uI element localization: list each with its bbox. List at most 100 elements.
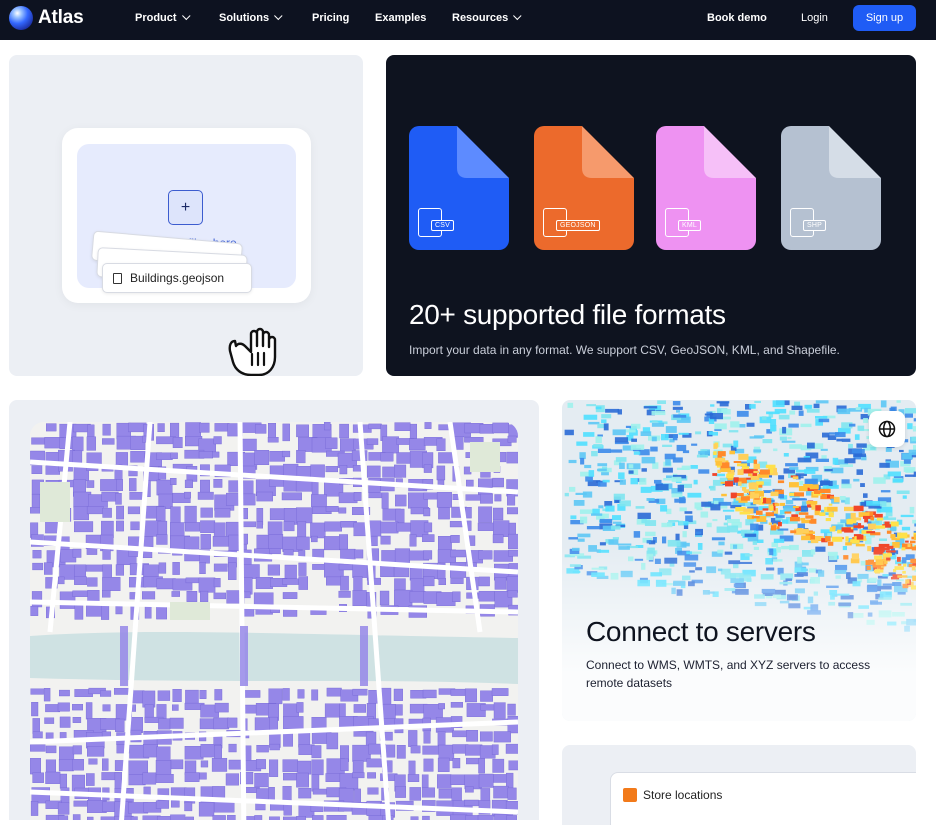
building	[324, 521, 343, 532]
building	[506, 815, 517, 820]
building	[394, 464, 407, 478]
building	[491, 688, 509, 696]
building	[185, 577, 201, 584]
building	[282, 592, 298, 599]
bridge	[120, 626, 128, 686]
building	[59, 773, 68, 789]
building	[325, 466, 339, 473]
building	[423, 576, 435, 587]
building	[393, 688, 403, 702]
building	[394, 589, 413, 607]
nav-examples[interactable]: Examples	[375, 12, 426, 24]
building	[57, 702, 70, 712]
building	[283, 549, 294, 556]
building	[339, 465, 348, 475]
building	[228, 759, 242, 770]
building	[423, 492, 438, 500]
file-formats-card: CSV GEOJSON KML SHP 20+ supported file f…	[386, 55, 916, 376]
building	[88, 758, 98, 765]
building	[267, 436, 279, 443]
building	[102, 423, 111, 436]
building	[436, 465, 446, 481]
globe-icon	[878, 420, 896, 438]
building	[200, 590, 209, 603]
buildings-map[interactable]	[30, 422, 518, 820]
building	[310, 464, 325, 478]
nav-resources-label: Resources	[452, 12, 509, 24]
building	[324, 422, 331, 431]
building	[227, 717, 238, 728]
building	[382, 436, 399, 454]
file-chip[interactable]: Buildings.geojson	[102, 263, 252, 293]
building	[58, 759, 74, 772]
building	[31, 702, 39, 717]
building	[480, 788, 491, 801]
building	[339, 534, 348, 550]
building	[452, 758, 461, 769]
building	[156, 534, 168, 545]
building	[171, 591, 180, 597]
building	[421, 774, 429, 789]
building	[366, 438, 379, 445]
building	[267, 521, 283, 535]
building	[254, 773, 269, 788]
building	[409, 438, 426, 451]
building	[282, 578, 299, 585]
building	[212, 815, 226, 820]
building	[380, 452, 394, 462]
building	[507, 590, 518, 598]
building	[72, 745, 82, 755]
building	[268, 787, 275, 802]
building	[339, 423, 349, 439]
building	[408, 760, 416, 775]
building	[507, 435, 517, 443]
park-area	[170, 602, 210, 620]
building	[466, 479, 474, 487]
building	[157, 423, 165, 433]
building	[437, 757, 450, 772]
building	[494, 577, 507, 590]
building	[212, 786, 226, 799]
book-demo-link[interactable]: Book demo	[707, 12, 767, 24]
nav-resources[interactable]: Resources	[452, 11, 522, 24]
login-link[interactable]: Login	[801, 12, 828, 24]
building	[283, 521, 295, 532]
building	[129, 492, 143, 500]
buildings-map-canvas	[30, 422, 518, 820]
building	[493, 520, 510, 537]
building	[183, 536, 200, 550]
buildings-map-card	[9, 400, 539, 820]
formats-title: 20+ supported file formats	[409, 299, 726, 330]
layer-legend-panel: Store locations	[610, 772, 916, 825]
building	[45, 465, 61, 475]
building	[227, 562, 237, 580]
building	[508, 760, 518, 771]
building	[58, 815, 69, 820]
signup-button[interactable]: Sign up	[853, 5, 916, 31]
building	[493, 731, 511, 743]
building	[71, 436, 84, 452]
building	[437, 774, 452, 789]
nav-pricing[interactable]: Pricing	[312, 12, 349, 24]
building	[296, 450, 306, 464]
building	[72, 704, 83, 711]
nav-solutions[interactable]: Solutions	[219, 11, 283, 24]
building	[395, 704, 403, 716]
add-file-button[interactable]: +	[168, 190, 203, 225]
nav-product[interactable]: Product	[135, 11, 191, 24]
building	[200, 534, 211, 550]
globe-button[interactable]	[869, 411, 905, 447]
nav-solutions-label: Solutions	[219, 12, 270, 24]
building	[422, 815, 430, 820]
building	[228, 743, 237, 753]
shp-tag: SHP	[803, 220, 826, 231]
building	[283, 463, 299, 477]
building	[450, 688, 466, 696]
legend-item-store-locations[interactable]: Store locations	[623, 788, 722, 802]
building	[170, 452, 178, 459]
csv-file-icon: CSV	[409, 126, 509, 250]
servers-description: Connect to WMS, WMTS, and XYZ servers to…	[586, 658, 871, 690]
building	[410, 745, 421, 754]
logo[interactable]: Atlas	[9, 6, 84, 30]
building	[86, 506, 104, 515]
